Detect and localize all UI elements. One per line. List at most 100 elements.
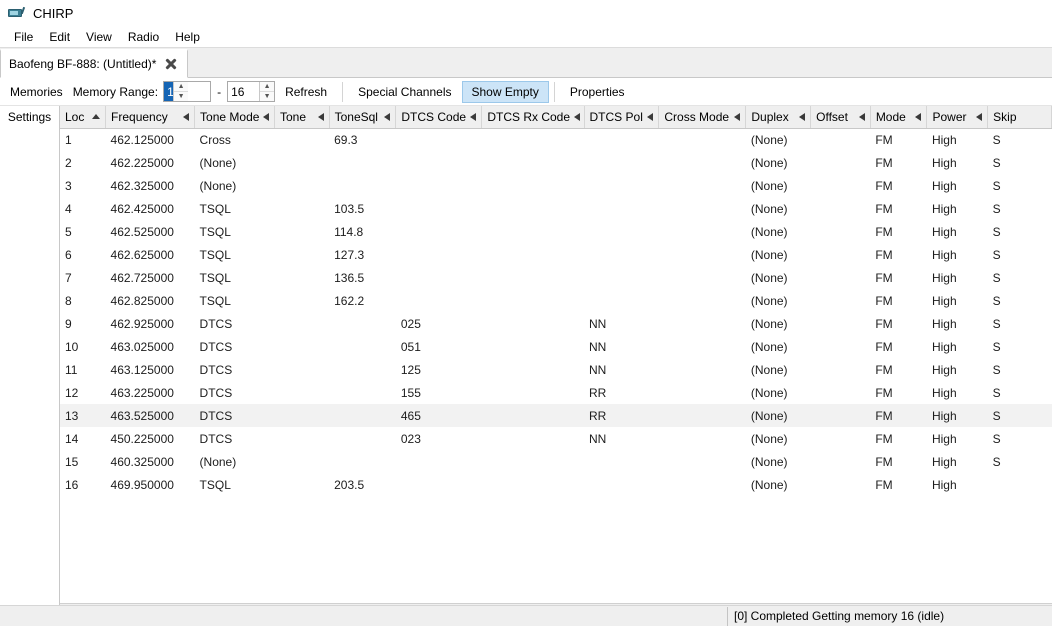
cell-dtcs[interactable] — [396, 174, 482, 197]
cell-loc[interactable]: 6 — [60, 243, 106, 266]
menu-radio[interactable]: Radio — [120, 27, 167, 47]
cell-dtcs[interactable]: 023 — [396, 427, 482, 450]
cell-tone[interactable] — [274, 151, 329, 174]
cell-mode[interactable]: FM — [870, 473, 927, 496]
cell-offset[interactable] — [811, 174, 871, 197]
cell-offset[interactable] — [811, 266, 871, 289]
memory-range-start-stepper[interactable]: 1 ▲ ▼ — [163, 81, 212, 102]
table-row[interactable]: 5 462.525000 TSQL 114.8 (None) FM High S — [60, 220, 1052, 243]
cell-power[interactable]: High — [926, 404, 988, 427]
cell-tonemode[interactable]: TSQL — [195, 197, 275, 220]
cell-offset[interactable] — [811, 335, 871, 358]
cell-skip[interactable]: S — [987, 404, 1052, 427]
cell-offset[interactable] — [811, 450, 871, 473]
column-resize-icon[interactable] — [799, 112, 806, 121]
cell-dtcsrx[interactable] — [482, 381, 584, 404]
cell-offset[interactable] — [811, 220, 871, 243]
cell-skip[interactable]: S — [988, 381, 1052, 404]
column-resize-icon[interactable] — [263, 112, 270, 121]
cell-dtcs[interactable] — [396, 289, 482, 312]
cell-freq[interactable]: 460.325000 — [106, 450, 195, 473]
special-channels-button[interactable]: Special Channels — [348, 81, 461, 103]
column-resize-icon[interactable] — [915, 112, 922, 121]
column-resize-icon[interactable] — [574, 112, 581, 121]
cell-mode[interactable]: FM — [870, 197, 927, 220]
cell-dtcs[interactable] — [396, 450, 482, 473]
cell-dtcs[interactable] — [396, 128, 482, 151]
cell-dtcsrx[interactable] — [482, 473, 584, 496]
cell-power[interactable]: High — [927, 174, 988, 197]
cell-mode[interactable]: FM — [870, 151, 927, 174]
memory-range-start-spin-buttons[interactable]: ▲ ▼ — [173, 82, 189, 101]
menu-view[interactable]: View — [78, 27, 120, 47]
cell-skip[interactable]: S — [988, 427, 1052, 450]
cell-power[interactable]: High — [927, 381, 988, 404]
cell-tonesql[interactable]: 69.3 — [329, 128, 396, 151]
cell-tonesql[interactable]: 136.5 — [329, 266, 396, 289]
cell-freq[interactable]: 462.825000 — [106, 289, 195, 312]
cell-tone[interactable] — [274, 312, 329, 335]
cell-tonemode[interactable]: Cross — [195, 128, 275, 151]
cell-power[interactable]: High — [927, 312, 988, 335]
cell-crossmode[interactable] — [659, 174, 746, 197]
cell-duplex[interactable]: (None) — [746, 197, 811, 220]
table-row[interactable]: 14 450.225000 DTCS 023 NN (None) FM High S — [60, 427, 1052, 450]
cell-mode[interactable]: FM — [870, 335, 927, 358]
column-header-freq[interactable]: Frequency — [105, 106, 196, 129]
cell-dtcs[interactable] — [396, 197, 482, 220]
cell-offset[interactable] — [811, 358, 871, 381]
cell-tonemode[interactable]: TSQL — [195, 266, 275, 289]
cell-offset[interactable] — [811, 243, 871, 266]
cell-mode[interactable]: FM — [870, 450, 927, 473]
cell-dtcsrx[interactable] — [482, 220, 584, 243]
cell-skip[interactable]: S — [988, 174, 1052, 197]
cell-loc[interactable]: 8 — [60, 289, 106, 312]
cell-dtcspol[interactable]: RR — [584, 381, 659, 404]
cell-skip[interactable]: S — [988, 312, 1052, 335]
spin-down-icon[interactable]: ▼ — [174, 92, 188, 101]
cell-dtcspol[interactable] — [584, 197, 659, 220]
memory-range-end-stepper[interactable]: 16 ▲ ▼ — [227, 81, 276, 102]
column-header-dtcs[interactable]: DTCS Code — [395, 106, 483, 129]
cell-dtcs[interactable]: 465 — [395, 404, 482, 427]
cell-duplex[interactable]: (None) — [746, 266, 811, 289]
cell-crossmode[interactable] — [659, 243, 746, 266]
cell-duplex[interactable]: (None) — [746, 243, 811, 266]
cell-tone[interactable] — [274, 381, 329, 404]
cell-mode[interactable]: FM — [870, 289, 927, 312]
column-header-loc[interactable]: Loc — [60, 106, 107, 129]
cell-loc[interactable]: 1 — [60, 128, 106, 151]
cell-tonemode[interactable]: DTCS — [195, 381, 275, 404]
close-icon[interactable] — [164, 58, 177, 71]
cell-power[interactable]: High — [927, 220, 988, 243]
cell-tonemode[interactable]: (None) — [195, 174, 275, 197]
spin-down-icon[interactable]: ▼ — [260, 92, 274, 101]
cell-duplex[interactable]: (None) — [746, 128, 811, 151]
cell-dtcs[interactable]: 051 — [396, 335, 482, 358]
cell-loc[interactable]: 11 — [60, 358, 106, 381]
cell-crossmode[interactable] — [659, 151, 746, 174]
cell-dtcspol[interactable] — [584, 243, 659, 266]
cell-power[interactable]: High — [927, 427, 988, 450]
sort-ascending-icon[interactable] — [92, 114, 101, 120]
column-resize-icon[interactable] — [976, 112, 983, 121]
cell-tonesql[interactable] — [329, 381, 396, 404]
table-row[interactable]: 15 460.325000 (None) (None) FM High S — [60, 450, 1052, 473]
cell-mode[interactable]: FM — [870, 404, 927, 427]
cell-power[interactable]: High — [927, 450, 988, 473]
memory-range-end-spin-buttons[interactable]: ▲ ▼ — [259, 82, 275, 101]
cell-duplex[interactable]: (None) — [746, 151, 811, 174]
spin-up-icon[interactable]: ▲ — [260, 82, 275, 92]
cell-crossmode[interactable] — [659, 197, 746, 220]
cell-power[interactable]: High — [927, 289, 988, 312]
cell-loc[interactable]: 13 — [60, 404, 106, 427]
cell-power[interactable]: High — [927, 358, 988, 381]
cell-mode[interactable]: FM — [870, 358, 927, 381]
table-row[interactable]: 9 462.925000 DTCS 025 NN (None) FM High S — [60, 312, 1052, 335]
table-row[interactable]: 12 463.225000 DTCS 155 RR (None) FM High S — [60, 381, 1052, 404]
cell-freq[interactable]: 463.225000 — [106, 381, 195, 404]
cell-crossmode[interactable] — [659, 427, 746, 450]
menu-file[interactable]: File — [6, 27, 41, 47]
cell-dtcs[interactable]: 155 — [396, 381, 482, 404]
cell-tone[interactable] — [274, 427, 329, 450]
